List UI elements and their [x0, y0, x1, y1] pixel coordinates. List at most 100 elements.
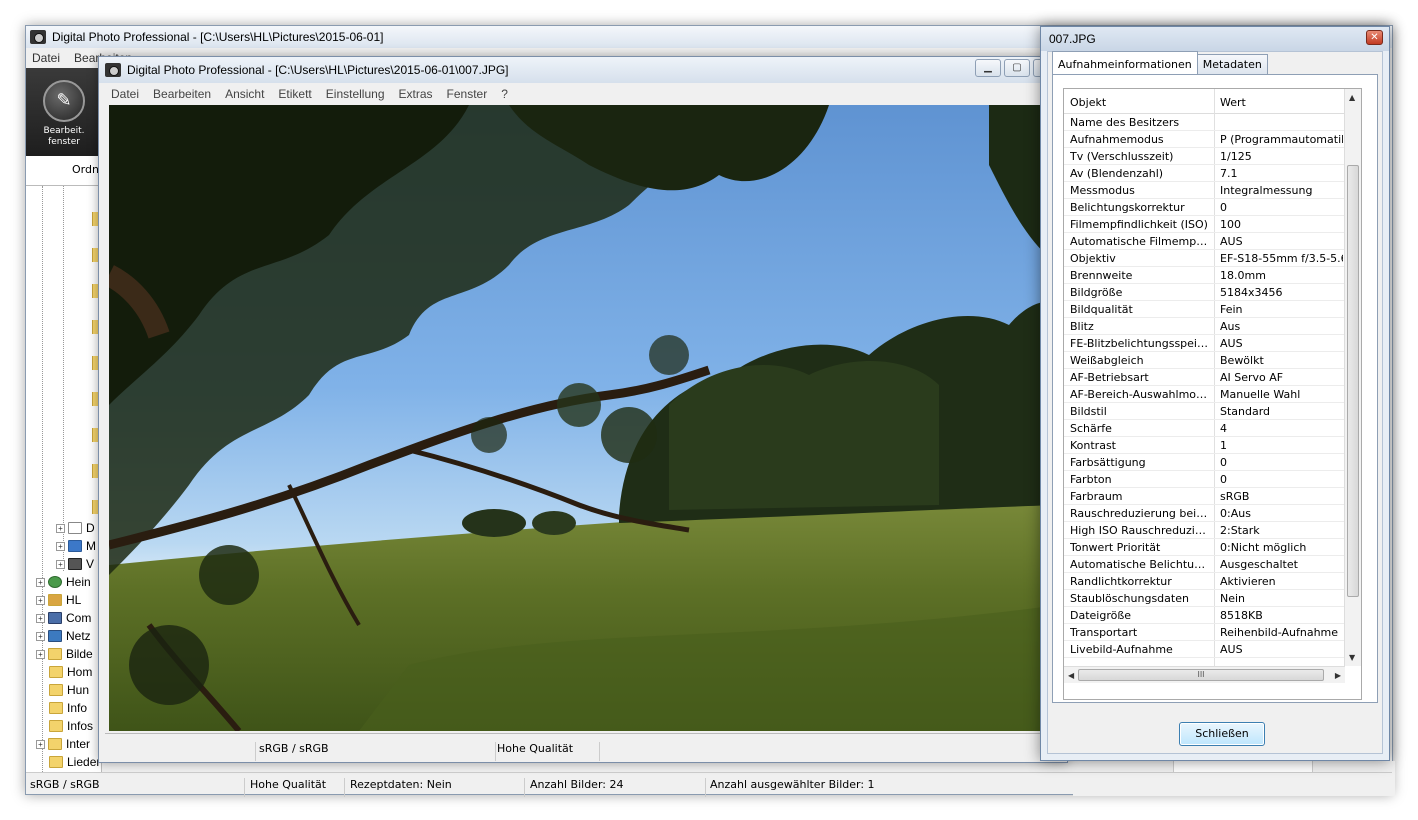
tab-metadata[interactable]: Metadaten [1196, 54, 1268, 74]
menu-datei[interactable]: Datei [111, 87, 139, 101]
scroll-thumb[interactable] [1347, 165, 1359, 597]
tab-strip: Aufnahmeinformationen Metadaten [1052, 51, 1268, 74]
menu-etikett[interactable]: Etikett [278, 87, 311, 101]
tree-item-folder[interactable]: + Inter [36, 735, 90, 753]
row-key: Messmodus [1070, 184, 1135, 197]
close-button[interactable]: Schließen [1179, 722, 1265, 746]
column-header-value[interactable]: Wert [1220, 96, 1246, 109]
photo-view[interactable] [109, 105, 1059, 731]
expand-icon[interactable]: + [36, 613, 45, 623]
menu-bearbeiten[interactable]: Bearbeiten [153, 87, 211, 101]
table-row[interactable]: Schärfe 4 [1064, 420, 1345, 437]
tree-item-homegroup[interactable]: + Hein [36, 573, 91, 591]
table-row[interactable]: Staublöschungsdaten Nein [1064, 590, 1345, 607]
table-row[interactable]: Rauschreduzierung bei Lan... 0:Aus [1064, 505, 1345, 522]
row-key: Automatische Belichtungso... [1070, 558, 1210, 571]
menu-fenster[interactable]: Fenster [447, 87, 488, 101]
maximize-icon[interactable]: ▢ [1004, 59, 1030, 77]
table-row[interactable]: Automatische Filmempfindli... AUS [1064, 233, 1345, 250]
table-row[interactable]: Tv (Verschlusszeit) 1/125 [1064, 148, 1345, 165]
expand-icon[interactable]: + [56, 523, 65, 533]
expand-icon[interactable]: + [36, 631, 45, 641]
table-row[interactable]: Name des Besitzers [1064, 114, 1345, 131]
row-value: Integralmessung [1220, 184, 1313, 197]
row-value: AI Servo AF [1220, 371, 1284, 384]
menu-ansicht[interactable]: Ansicht [225, 87, 264, 101]
table-row[interactable]: AF-Betriebsart AI Servo AF [1064, 369, 1345, 386]
menu-extras[interactable]: Extras [399, 87, 433, 101]
status-selected-count: Anzahl ausgewählter Bilder: 1 [710, 778, 875, 791]
tree-item-network[interactable]: + Netz [36, 627, 91, 645]
scroll-up-icon[interactable]: ▲ [1349, 93, 1355, 102]
table-row[interactable]: Blitz Aus [1064, 318, 1345, 335]
row-key: Blitz [1070, 320, 1094, 333]
column-header-object[interactable]: Objekt [1070, 96, 1106, 109]
tree-item-hl[interactable]: + HL [36, 591, 81, 609]
menu-help[interactable]: ? [501, 87, 508, 101]
expand-icon[interactable]: + [36, 739, 45, 749]
table-row[interactable]: Aufnahmemodus P (Programmautomatik) [1064, 131, 1345, 148]
horizontal-scrollbar[interactable]: ◀ III ▶ [1064, 666, 1345, 683]
scroll-down-icon[interactable]: ▼ [1349, 653, 1355, 662]
close-icon[interactable]: ✕ [1366, 30, 1383, 45]
row-key: Weißabgleich [1070, 354, 1144, 367]
table-row[interactable]: Messmodus Integralmessung [1064, 182, 1345, 199]
row-key: Farbsättigung [1070, 456, 1146, 469]
user-icon [48, 594, 62, 606]
table-row[interactable]: High ISO Rauschreduzierung 2:Stark [1064, 522, 1345, 539]
tree-item-folder[interactable]: Hun [49, 681, 89, 699]
table-row[interactable]: Av (Blendenzahl) 7.1 [1064, 165, 1345, 182]
tree-item-folder[interactable]: Info [49, 699, 87, 717]
tree-item-documents[interactable]: + D [56, 519, 95, 537]
table-row[interactable]: Farbton 0 [1064, 471, 1345, 488]
expand-icon[interactable]: + [36, 649, 45, 659]
table-row[interactable]: Bildgröße 5184x3456 [1064, 284, 1345, 301]
menu-einstellung[interactable]: Einstellung [326, 87, 385, 101]
table-row[interactable]: Brennweite 18.0mm [1064, 267, 1345, 284]
expand-icon[interactable]: + [36, 577, 45, 587]
info-titlebar[interactable]: 007.JPG ✕ [1041, 27, 1389, 51]
vertical-scrollbar[interactable]: ▲ ▼ [1344, 89, 1361, 666]
table-row[interactable]: Farbraum sRGB [1064, 488, 1345, 505]
tab-shooting-info[interactable]: Aufnahmeinformationen [1052, 51, 1198, 74]
homegroup-icon [48, 576, 62, 588]
tree-item-folder[interactable]: Lieder [49, 753, 100, 771]
table-row[interactable]: Filmempfindlichkeit (ISO) 100 [1064, 216, 1345, 233]
tab-folder[interactable]: Ordner [26, 156, 102, 186]
minimize-icon[interactable]: ▁ [975, 59, 1001, 77]
table-row[interactable]: Automatische Belichtungso... Ausgeschalte… [1064, 556, 1345, 573]
tree-item-folder[interactable]: Hom [49, 663, 92, 681]
scroll-right-icon[interactable]: ▶ [1335, 671, 1341, 680]
scroll-thumb[interactable]: III [1078, 669, 1324, 681]
row-key: Belichtungskorrektur [1070, 201, 1185, 214]
table-row[interactable]: Tonwert Priorität 0:Nicht möglich [1064, 539, 1345, 556]
tree-item-music[interactable]: + M [56, 537, 96, 555]
table-row[interactable]: Livebild-Aufnahme AUS [1064, 641, 1345, 658]
table-row[interactable]: Bildqualität Fein [1064, 301, 1345, 318]
table-row[interactable]: Weißabgleich Bewölkt [1064, 352, 1345, 369]
tree-item-computer[interactable]: + Com [36, 609, 91, 627]
main-menu-datei[interactable]: Datei [32, 51, 60, 65]
expand-icon[interactable]: + [56, 559, 65, 569]
table-row[interactable]: Belichtungskorrektur 0 [1064, 199, 1345, 216]
table-row[interactable]: Randlichtkorrektur Aktivieren [1064, 573, 1345, 590]
folder-icon [49, 702, 63, 714]
expand-icon[interactable]: + [56, 541, 65, 551]
expand-icon[interactable]: + [36, 595, 45, 605]
table-row[interactable]: Bildstil Standard [1064, 403, 1345, 420]
table-row[interactable]: Transportart Reihenbild-Aufnahme [1064, 624, 1345, 641]
photo-status-color-space: sRGB / sRGB [259, 742, 329, 755]
tree-item-videos[interactable]: + V [56, 555, 94, 573]
table-row[interactable]: AF-Bereich-Auswahlmodus Manuelle Wahl [1064, 386, 1345, 403]
scroll-left-icon[interactable]: ◀ [1068, 671, 1074, 680]
table-row[interactable]: Objektiv EF-S18-55mm f/3.5-5.6 IS I [1064, 250, 1345, 267]
table-row[interactable]: FE-Blitzbelichtungsspeicher... AUS [1064, 335, 1345, 352]
tree-item-folder[interactable]: + Bilde [36, 645, 93, 663]
table-row[interactable]: Farbsättigung 0 [1064, 454, 1345, 471]
tree-item-folder[interactable]: Infos [49, 717, 93, 735]
tree-line [63, 186, 64, 571]
photo-titlebar[interactable]: Digital Photo Professional - [C:\Users\H… [99, 57, 1067, 83]
table-row[interactable]: Kontrast 1 [1064, 437, 1345, 454]
table-row[interactable]: Dateigröße 8518KB [1064, 607, 1345, 624]
edit-window-button[interactable]: Bearbeit. fenster [26, 68, 102, 156]
